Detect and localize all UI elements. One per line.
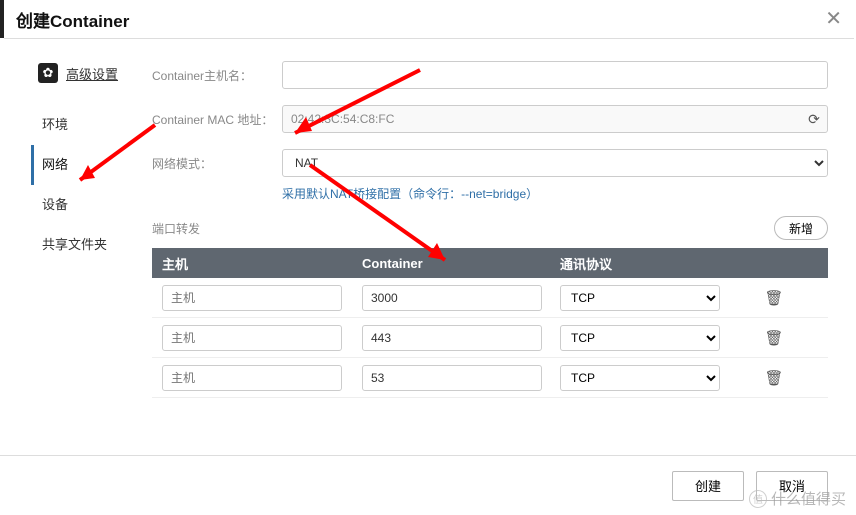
host-port-input[interactable] [162, 285, 342, 311]
sidebar-item-shared[interactable]: 共享文件夹 [42, 225, 144, 265]
proto-select[interactable]: TCP [560, 285, 720, 311]
add-port-button[interactable]: 新增 [774, 216, 828, 240]
close-icon[interactable]: ✕ [825, 6, 842, 31]
nat-note: 采用默认NAT桥接配置（命令行：--net=bridge） [282, 185, 828, 202]
mac-input[interactable] [282, 105, 828, 133]
host-port-input[interactable] [162, 365, 342, 391]
watermark: 值 什么值得买 [749, 488, 846, 509]
hostname-input[interactable] [282, 61, 828, 89]
th-proto: 通讯协议 [560, 254, 740, 273]
advanced-settings-label: 高级设置 [66, 64, 118, 83]
dialog-title: 创建Container [16, 7, 129, 32]
table-header: 主机 Container 通讯协议 [152, 248, 828, 278]
th-container: Container [362, 256, 560, 271]
create-button[interactable]: 创建 [672, 471, 744, 501]
hostname-label: Container主机名： [152, 67, 282, 84]
proto-select[interactable]: TCP [560, 325, 720, 351]
sidebar-item-env[interactable]: 环境 [42, 105, 144, 145]
netmode-label: 网络模式： [152, 155, 282, 172]
mac-label: Container MAC 地址： [152, 111, 282, 128]
port-section-label: 端口转发 [152, 220, 774, 237]
table-row: TCP 🗑 [152, 278, 828, 318]
netmode-select[interactable]: NAT [282, 149, 828, 177]
refresh-icon[interactable]: ⟳ [800, 105, 828, 133]
table-row: TCP 🗑 [152, 318, 828, 358]
trash-icon[interactable]: 🗑 [760, 369, 788, 387]
gear-icon: ✿ [38, 63, 58, 83]
sidebar-item-network[interactable]: 网络 [31, 145, 144, 185]
sidebar-item-device[interactable]: 设备 [42, 185, 144, 225]
trash-icon[interactable]: 🗑 [760, 289, 788, 307]
proto-select[interactable]: TCP [560, 365, 720, 391]
container-port-input[interactable] [362, 285, 542, 311]
table-row: TCP 🗑 [152, 358, 828, 398]
host-port-input[interactable] [162, 325, 342, 351]
trash-icon[interactable]: 🗑 [760, 329, 788, 347]
th-host: 主机 [162, 254, 362, 273]
container-port-input[interactable] [362, 325, 542, 351]
advanced-settings-toggle[interactable]: ✿ 高级设置 [38, 63, 144, 83]
container-port-input[interactable] [362, 365, 542, 391]
